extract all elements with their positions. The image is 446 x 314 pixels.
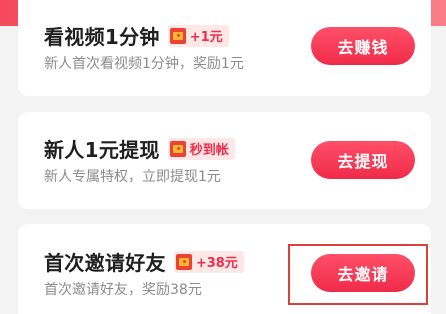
task-title-row: 新人1元提现 秒到帐 <box>44 134 235 163</box>
reward-tag: +38元 <box>173 250 244 273</box>
task-title: 首次邀请好友 <box>44 251 166 275</box>
red-envelope-icon <box>169 27 186 44</box>
task-title: 看视频1分钟 <box>44 25 160 49</box>
reward-tag-text: 秒到帐 <box>189 143 229 158</box>
withdraw-button[interactable]: 去提现 <box>311 141 415 179</box>
highlight-frame <box>288 244 428 305</box>
task-description: 新人专属特权，立即提现1元 <box>44 169 221 185</box>
task-description: 首次邀请好友，奖励38元 <box>44 282 202 298</box>
reward-tag-text: +38元 <box>195 256 238 271</box>
reward-tag: +1元 <box>167 24 229 47</box>
task-card-withdraw: 新人1元提现 秒到帐 新人专属特权，立即提现1元 去提现 <box>18 112 431 209</box>
task-title-row: 看视频1分钟 +1元 <box>44 21 229 50</box>
red-envelope-icon <box>175 253 192 270</box>
reward-tag-text: +1元 <box>189 30 223 45</box>
task-card-watch-video: 看视频1分钟 +1元 新人首次看视频1分钟，奖励1元 去赚钱 <box>18 0 431 96</box>
earn-money-button[interactable]: 去赚钱 <box>311 27 415 65</box>
task-title-row: 首次邀请好友 +38元 <box>44 247 244 276</box>
task-title: 新人1元提现 <box>44 138 160 162</box>
red-envelope-icon <box>169 140 186 157</box>
task-description: 新人首次看视频1分钟，奖励1元 <box>44 56 244 72</box>
reward-tag: 秒到帐 <box>167 137 235 160</box>
